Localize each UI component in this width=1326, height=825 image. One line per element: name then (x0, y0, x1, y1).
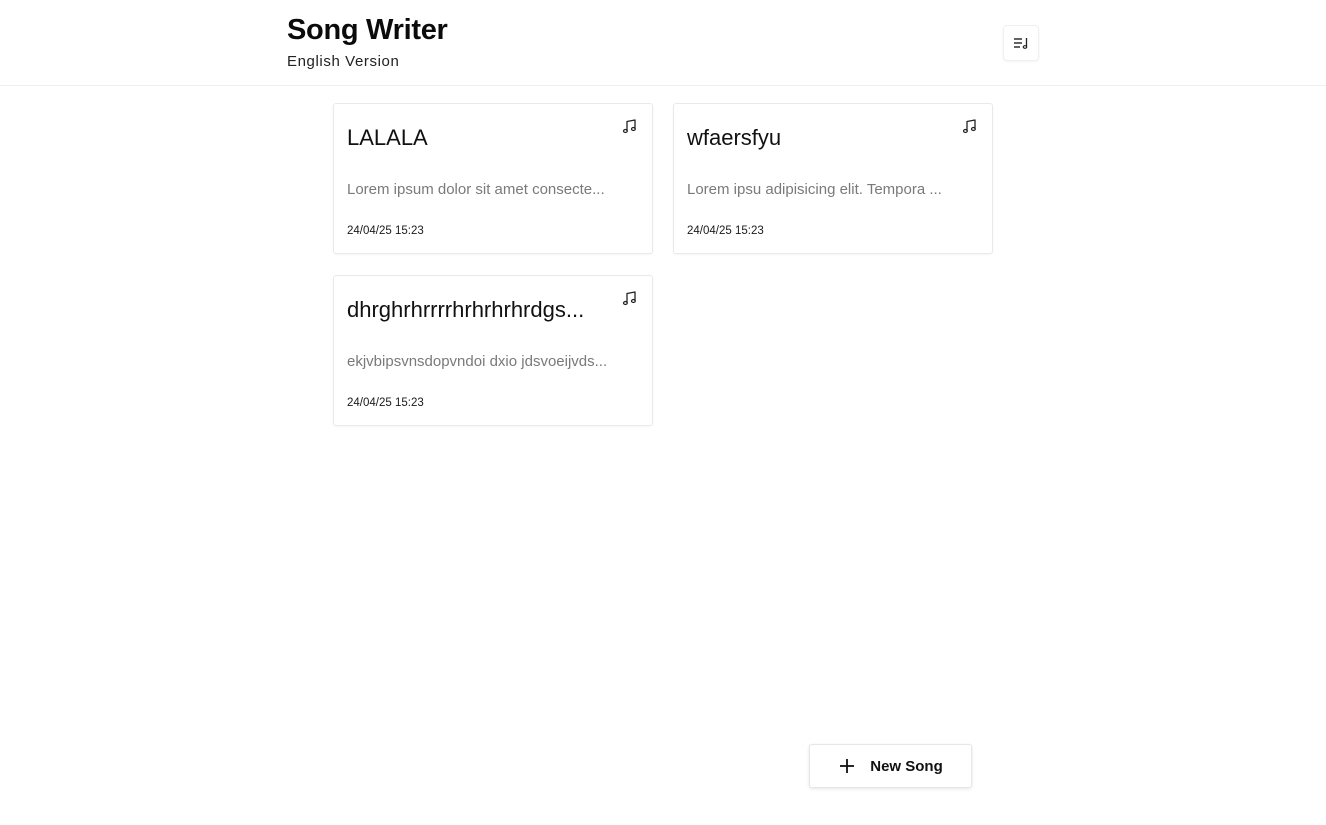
music-note-icon (962, 119, 976, 134)
top-header: Song Writer English Version (0, 0, 1326, 86)
song-excerpt: Lorem ipsu adipisicing elit. Tempora ... (687, 181, 942, 198)
app-title: Song Writer (287, 14, 448, 46)
music-note-icon (622, 291, 636, 306)
app-subtitle: English Version (287, 53, 400, 70)
song-title: dhrghrhrrrrhrhrhrhrdgs... (347, 297, 585, 322)
song-card[interactable]: wfaersfyu Lorem ipsu adipisicing elit. T… (673, 103, 993, 254)
new-song-button[interactable]: New Song (809, 744, 972, 788)
song-title: LALALA (347, 125, 428, 150)
music-note-icon (622, 119, 636, 134)
song-card[interactable]: dhrghrhrrrrhrhrhrhrdgs... ekjvbipsvnsdop… (333, 275, 653, 426)
song-grid: LALALA Lorem ipsum dolor sit amet consec… (333, 103, 993, 426)
playlist-icon (1014, 38, 1028, 49)
plus-icon (840, 759, 855, 773)
song-date: 24/04/25 15:23 (687, 225, 764, 237)
new-song-label: New Song (870, 757, 943, 775)
song-writer-app: Song Writer English Version LALALA Lorem… (0, 0, 1326, 825)
song-date: 24/04/25 15:23 (347, 225, 424, 237)
playlist-menu-button[interactable] (1003, 25, 1039, 61)
song-excerpt: Lorem ipsum dolor sit amet consecte... (347, 181, 605, 198)
song-date: 24/04/25 15:23 (347, 397, 424, 409)
song-excerpt: ekjvbipsvnsdopvndoi dxio jdsvoeijvds... (347, 353, 608, 370)
song-card[interactable]: LALALA Lorem ipsum dolor sit amet consec… (333, 103, 653, 254)
song-title: wfaersfyu (687, 125, 782, 150)
